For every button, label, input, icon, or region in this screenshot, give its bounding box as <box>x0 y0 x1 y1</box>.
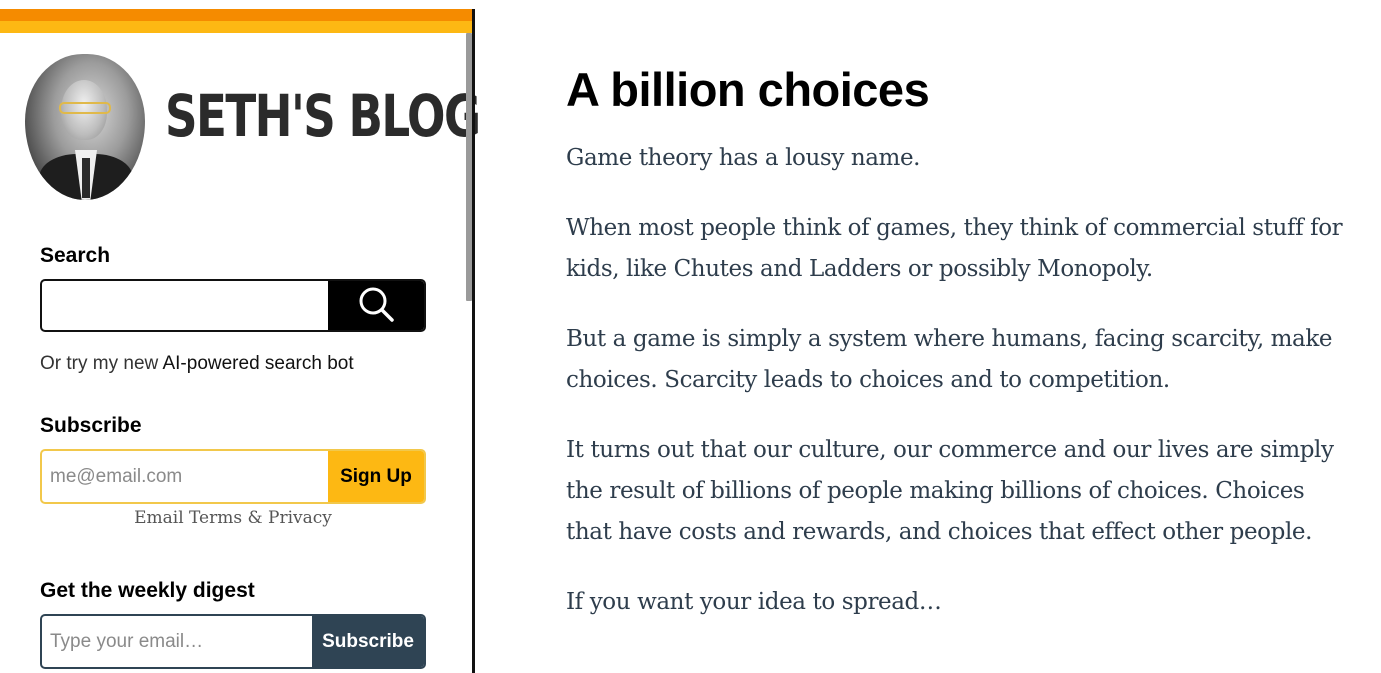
post-paragraph: But a game is simply a system where huma… <box>566 326 1333 393</box>
search-icon <box>356 284 396 328</box>
page: SETH'S BLOG Search Or try my new AI-powe… <box>0 0 1381 673</box>
post-title[interactable]: A billion choices <box>566 60 1356 120</box>
subscribe-form: Sign Up <box>40 449 426 504</box>
digest-label: Get the weekly digest <box>40 579 255 602</box>
ai-search-prefix: Or try my new <box>40 353 159 374</box>
search-button[interactable] <box>328 281 424 330</box>
post-paragraph: When most people think of games, they th… <box>566 215 1343 282</box>
post-paragraph: It turns out that our culture, our comme… <box>566 437 1334 545</box>
search-form <box>40 279 426 332</box>
email-terms: Email Terms & Privacy <box>40 508 426 528</box>
email-field[interactable] <box>42 451 330 502</box>
author-avatar[interactable] <box>25 54 145 200</box>
sign-up-button[interactable]: Sign Up <box>328 451 424 502</box>
digest-subscribe-button[interactable]: Subscribe <box>312 616 424 667</box>
ai-search-link[interactable]: AI-powered search bot <box>162 353 353 374</box>
search-label: Search <box>40 244 111 267</box>
header-stripe-orange <box>0 9 472 21</box>
subscribe-label: Subscribe <box>40 414 142 437</box>
sidebar: SETH'S BLOG Search Or try my new AI-powe… <box>0 0 481 673</box>
sidebar-divider <box>472 9 475 673</box>
post-article: A billion choices Game theory has a lous… <box>566 60 1356 652</box>
ai-search-promo: Or try my new AI-powered search bot <box>40 353 354 375</box>
blog-logo-title[interactable]: SETH'S BLOG <box>165 80 481 152</box>
digest-form: Subscribe <box>40 614 426 669</box>
header-stripe-yellow <box>0 21 472 33</box>
post-body: Game theory has a lousy name. When most … <box>566 138 1356 623</box>
search-input[interactable] <box>42 281 332 330</box>
post-paragraph: If you want your idea to spread… <box>566 589 942 615</box>
post-paragraph: Game theory has a lousy name. <box>566 145 921 171</box>
email-terms-link[interactable]: Email Terms & Privacy <box>134 508 332 528</box>
digest-email-field[interactable] <box>42 616 314 667</box>
